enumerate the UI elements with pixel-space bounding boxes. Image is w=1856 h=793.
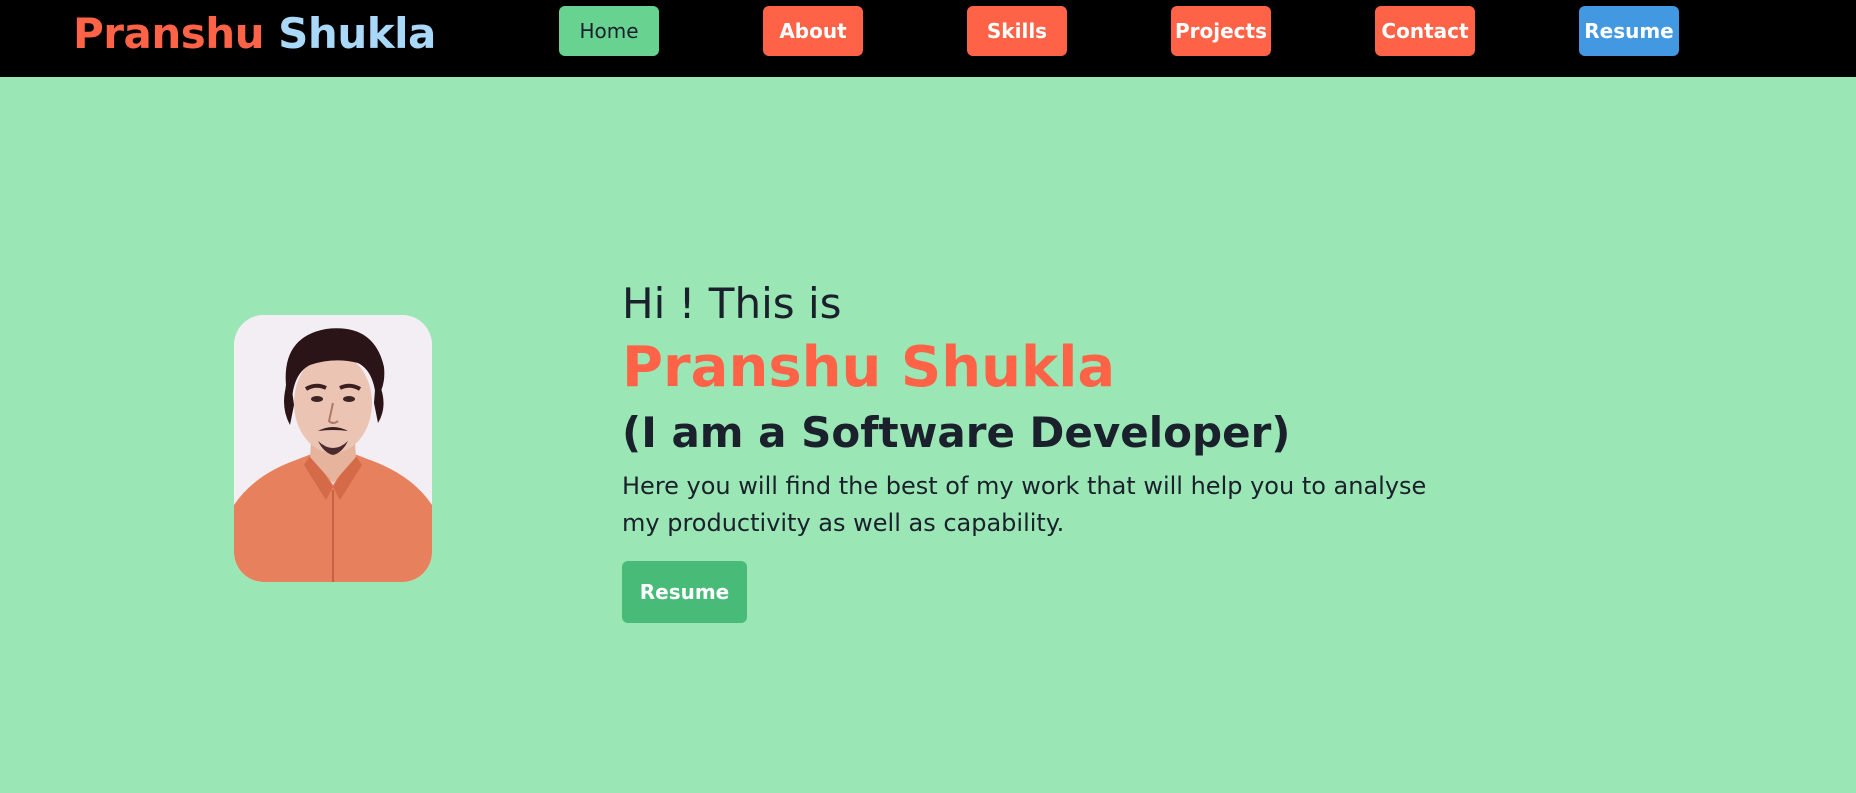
resume-cta-button[interactable]: Resume [622, 561, 747, 623]
profile-photo [234, 315, 432, 582]
description-text: Here you will find the best of my work t… [622, 472, 1427, 537]
nav-projects-button[interactable]: Projects [1171, 6, 1271, 56]
nav-home-button[interactable]: Home [559, 6, 659, 56]
role-subheading: (I am a Software Developer) [622, 408, 1291, 457]
nav-contact-button[interactable]: Contact [1375, 6, 1475, 56]
nav-resume-button[interactable]: Resume [1579, 6, 1679, 56]
greeting-text: Hi ! This is [622, 279, 842, 328]
intro-block: Hi ! This is Pranshu Shukla (I am a Soft… [622, 276, 1522, 623]
profile-photo-illustration [234, 315, 432, 582]
nav-skills-button[interactable]: Skills [967, 6, 1067, 56]
hero-name-heading: Pranshu Shukla [622, 335, 1116, 400]
brand-logo[interactable]: Pranshu Shukla [73, 6, 436, 62]
nav-about-button[interactable]: About [763, 6, 863, 56]
brand-first-name: Pranshu [73, 9, 265, 58]
navbar: Pranshu Shukla Home About Skills Project… [0, 0, 1856, 77]
brand-last-name: Shukla [278, 9, 436, 58]
